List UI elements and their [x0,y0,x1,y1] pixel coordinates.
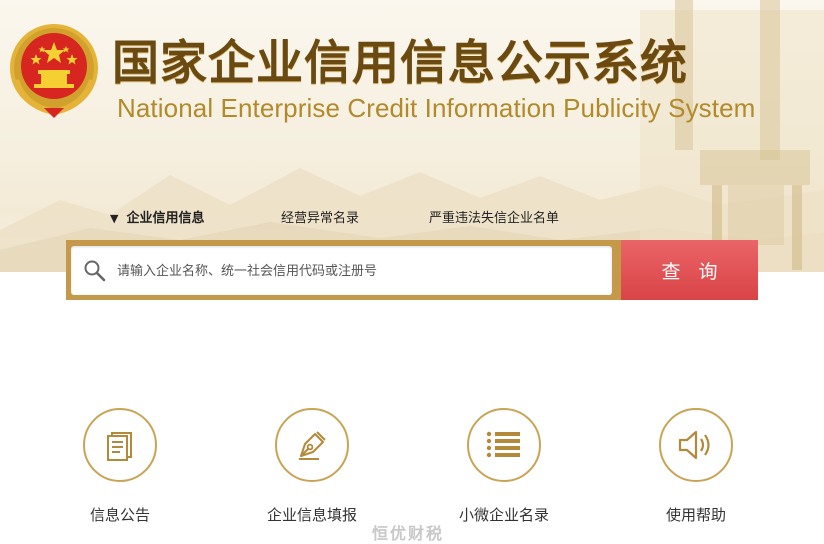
national-emblem-icon [10,24,98,118]
feature-label: 信息公告 [89,506,150,524]
pen-nib-icon [299,431,326,460]
feature-user-help[interactable]: 使用帮助 [618,400,778,530]
speaker-icon [678,430,710,460]
document-icon [107,432,132,461]
search-arrow-decoration [612,262,621,278]
search-input[interactable] [115,256,599,286]
tab-abnormal-operation-list[interactable]: 经营异常名录 [281,207,359,226]
feature-icon-circle [467,408,541,482]
site-title-english: National Enterprise Credit Information P… [117,93,756,123]
feature-label: 使用帮助 [665,506,726,524]
watermark-text: 恒优财税 [372,524,445,543]
feature-info-announcement[interactable]: 信息公告 [42,400,202,530]
search-category-tabs: ▼ 企业信用信息 经营异常名录 严重违法失信企业名单 [0,207,824,227]
tab-label: 严重违法失信企业名单 [429,211,560,226]
tab-label: 经营异常名录 [281,211,360,226]
tab-serious-violation-list[interactable]: 严重违法失信企业名单 [429,207,559,226]
feature-icon-circle [83,408,157,482]
tab-enterprise-credit-info[interactable]: ▼ 企业信用信息 [110,207,204,226]
search-icon [84,260,106,282]
search-button[interactable]: 查询 [621,240,758,300]
feature-label: 小微企业名录 [458,506,549,524]
tab-label: 企业信用信息 [126,211,205,226]
feature-icon-circle [275,408,349,482]
header-banner: 国家企业信用信息公示系统 National Enterprise Credit … [0,0,824,272]
site-title: 国家企业信用信息公示系统 [112,36,688,91]
feature-links: 信息公告 企业信息填报 小微企业名录 使用帮助 [0,400,824,530]
feature-enterprise-info-filing[interactable]: 企业信息填报 [234,400,394,530]
feature-icon-circle [659,408,733,482]
search-bar: 查询 [66,240,758,300]
triangle-down-icon: ▼ [110,212,119,225]
list-icon [486,431,520,458]
feature-label: 企业信息填报 [266,506,357,524]
search-box [71,246,612,295]
feature-small-micro-enterprise-list[interactable]: 小微企业名录 [426,400,586,530]
